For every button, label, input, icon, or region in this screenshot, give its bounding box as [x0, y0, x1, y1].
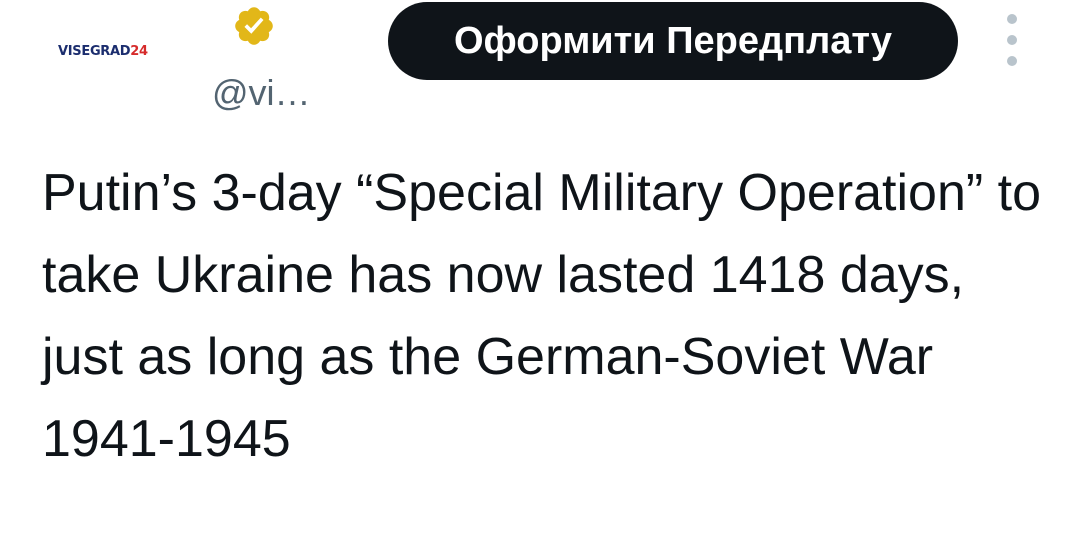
logo-number: 24 — [130, 44, 148, 59]
verified-badge-icon[interactable] — [232, 4, 276, 48]
account-handle[interactable]: @vi… — [212, 72, 311, 114]
more-dot — [1007, 56, 1017, 66]
logo-text: VISEGRAD — [58, 44, 131, 59]
more-dot — [1007, 35, 1017, 45]
account-avatar[interactable]: VISEGRAD24 — [58, 44, 148, 59]
tweet-text: Putin’s 3-day “Special Military Operatio… — [42, 164, 1056, 468]
subscribe-button[interactable]: Оформити Передплату — [388, 2, 958, 80]
more-vertical-icon[interactable] — [1000, 14, 1024, 66]
more-dot — [1007, 14, 1017, 24]
tweet-header: VISEGRAD24 @vi… Оформити Передплату — [0, 0, 1080, 130]
